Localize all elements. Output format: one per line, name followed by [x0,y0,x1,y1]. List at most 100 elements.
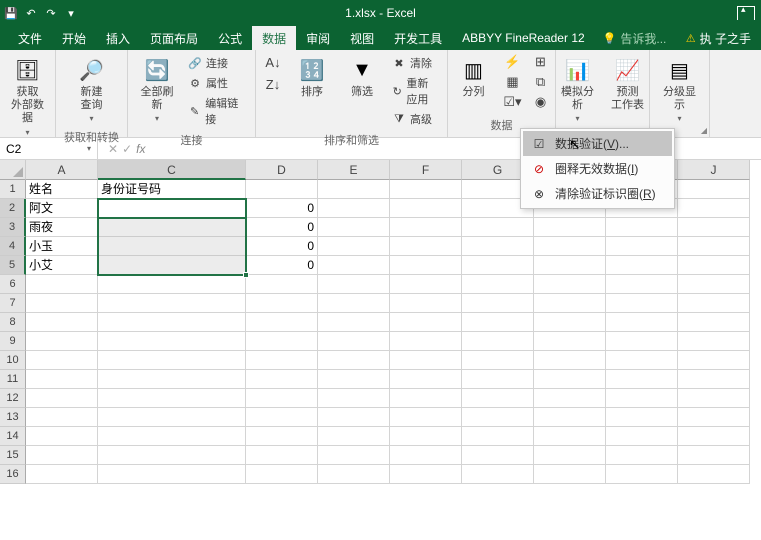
cell[interactable] [678,427,750,446]
cell[interactable] [98,218,246,237]
row-header[interactable]: 5 [0,256,26,275]
cell[interactable] [390,218,462,237]
cell[interactable] [98,237,246,256]
row-header[interactable]: 13 [0,408,26,427]
sort-desc-button[interactable]: Z↓ [262,74,284,94]
tab-file[interactable]: 文件 [8,26,52,50]
cell[interactable] [534,408,606,427]
cell[interactable] [246,180,318,199]
cell[interactable] [318,332,390,351]
cell[interactable] [534,256,606,275]
cell[interactable] [678,313,750,332]
cell[interactable] [26,389,98,408]
cell[interactable]: 雨夜 [26,218,98,237]
ribbon-options-icon[interactable] [737,6,755,20]
tab-home[interactable]: 开始 [52,26,96,50]
consolidate-button[interactable]: ⊞ [530,52,552,72]
cell[interactable] [246,389,318,408]
cell[interactable] [318,294,390,313]
row-header[interactable]: 16 [0,465,26,484]
cell[interactable] [678,389,750,408]
cell[interactable] [390,237,462,256]
cell[interactable] [606,465,678,484]
cell[interactable] [534,332,606,351]
cell[interactable] [246,294,318,313]
cell[interactable] [318,313,390,332]
cell[interactable] [678,256,750,275]
tab-layout[interactable]: 页面布局 [140,26,208,50]
cell[interactable]: 0 [246,199,318,218]
row-header[interactable]: 4 [0,237,26,256]
cell[interactable] [98,199,246,218]
clear-filter-button[interactable]: ✖清除 [390,54,441,72]
cell[interactable]: 小艾 [26,256,98,275]
cell[interactable] [462,370,534,389]
row-header[interactable]: 8 [0,313,26,332]
cell[interactable] [534,446,606,465]
dialog-launcher-icon[interactable]: ◢ [701,126,707,135]
cell[interactable] [390,370,462,389]
cell[interactable] [678,370,750,389]
cell[interactable] [606,218,678,237]
cell[interactable] [606,408,678,427]
undo-icon[interactable]: ↶ [24,6,38,20]
cell[interactable] [318,351,390,370]
cell[interactable] [26,351,98,370]
cell[interactable] [390,256,462,275]
cell[interactable] [606,446,678,465]
cell[interactable] [26,313,98,332]
cell[interactable] [26,427,98,446]
cell[interactable] [98,389,246,408]
cell[interactable]: 0 [246,256,318,275]
menu-item-data-validation[interactable]: ☑ 数据验证(V)... [523,131,672,156]
tab-view[interactable]: 视图 [340,26,384,50]
cell[interactable] [318,256,390,275]
connections-button[interactable]: 🔗连接 [186,54,249,72]
user-label[interactable]: ⚠ 执 子之手 [686,30,751,47]
row-header[interactable]: 3 [0,218,26,237]
cell[interactable] [534,389,606,408]
cell[interactable] [606,332,678,351]
cell[interactable] [98,332,246,351]
cell[interactable] [678,275,750,294]
cell[interactable] [534,275,606,294]
cell[interactable] [98,408,246,427]
filter-button[interactable]: ▼ 筛选 [340,52,384,103]
cells[interactable]: 姓名身份证号码 阿文0 雨夜0 小玉0 小艾0 [26,180,750,484]
cell[interactable] [318,180,390,199]
cell[interactable] [462,275,534,294]
cell[interactable] [318,275,390,294]
cell[interactable] [318,218,390,237]
cell[interactable] [318,370,390,389]
cell[interactable]: 小玉 [26,237,98,256]
cell[interactable] [462,465,534,484]
cell[interactable] [534,427,606,446]
row-header[interactable]: 7 [0,294,26,313]
edit-links-button[interactable]: ✎编辑链接 [186,94,249,128]
properties-button[interactable]: ⚙属性 [186,74,249,92]
row-header[interactable]: 10 [0,351,26,370]
col-header[interactable]: F [390,160,462,180]
select-all-corner[interactable] [0,160,26,180]
cell[interactable] [462,351,534,370]
cell[interactable] [534,370,606,389]
cell[interactable] [390,351,462,370]
cell[interactable] [26,332,98,351]
get-external-data-button[interactable]: 🗄 获取 外部数据 ▾ [6,52,50,141]
cell[interactable] [606,237,678,256]
cell[interactable] [462,256,534,275]
cell[interactable] [246,332,318,351]
cell[interactable]: 身份证号码 [98,180,246,199]
cell[interactable]: 0 [246,237,318,256]
cell[interactable] [678,218,750,237]
cell[interactable] [534,218,606,237]
cell[interactable] [534,465,606,484]
cell[interactable] [26,446,98,465]
cell[interactable] [98,313,246,332]
cell[interactable] [678,351,750,370]
cell[interactable] [98,446,246,465]
cell[interactable] [534,313,606,332]
cell[interactable]: 阿文 [26,199,98,218]
cell[interactable] [462,294,534,313]
row-header[interactable]: 15 [0,446,26,465]
